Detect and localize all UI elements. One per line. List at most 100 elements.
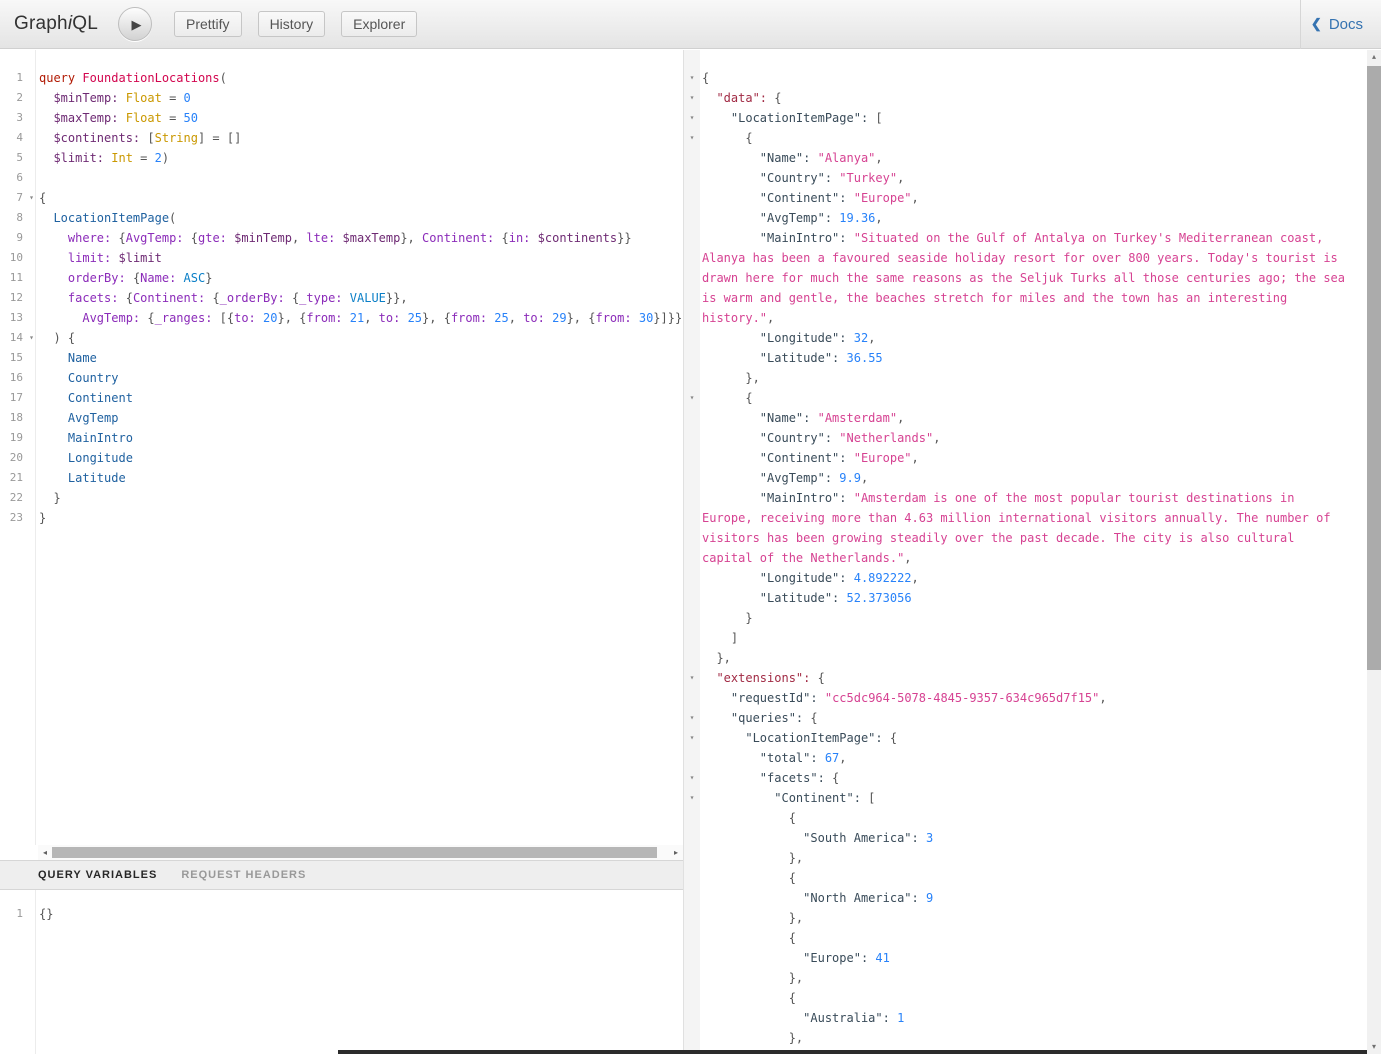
code-text: { [702,128,753,148]
code-text: "Longitude": 32, [702,328,875,348]
prettify-button[interactable]: Prettify [174,11,242,37]
result-line: ▾ "LocationItemPage": { [684,728,1367,748]
result-line: "Continent": "Europe", [684,188,1367,208]
result-line: Europe, receiving more than 4.63 million… [684,508,1367,528]
fold-spacer [684,528,700,548]
result-line: ▾ { [684,128,1367,148]
code-text: MainIntro [39,428,133,448]
explorer-button[interactable]: Explorer [341,11,417,37]
result-line: "North America": 9 [684,888,1367,908]
h-scroll-thumb[interactable] [52,847,657,858]
query-editor[interactable]: 1query FoundationLocations(2 $minTemp: F… [0,50,683,845]
tab-request-headers[interactable]: REQUEST HEADERS [181,869,306,881]
result-line: "AvgTemp": 9.9, [684,468,1367,488]
line-number: 2 [0,88,26,108]
fold-icon[interactable]: ▾ [684,88,700,108]
code-text: "AvgTemp": 9.9, [702,468,868,488]
code-text: visitors has been growing steadily over … [702,528,1294,548]
fold-icon[interactable]: ▾ [684,768,700,788]
window-bottom-edge [338,1050,1367,1054]
result-line: }, [684,1028,1367,1048]
query-line: 16 Country [0,368,683,388]
result-line: "Latitude": 36.55 [684,348,1367,368]
result-v-scrollbar[interactable]: ▴ ▾ [1367,50,1381,1054]
result-line: history.", [684,308,1367,328]
fold-icon[interactable]: ▾ [684,108,700,128]
fold-spacer [684,928,700,948]
query-line: 20 Longitude [0,448,683,468]
code-text: "MainIntro": "Amsterdam is one of the mo… [702,488,1294,508]
query-line: 6 [0,168,683,188]
docs-toggle[interactable]: ❮ Docs [1311,16,1363,33]
fold-icon[interactable]: ▾ [684,128,700,148]
line-number: 10 [0,248,26,268]
fold-spacer [684,888,700,908]
line-number: 4 [0,128,26,148]
code-text: "LocationItemPage": { [702,728,897,748]
query-h-scrollbar[interactable]: ◂ ▸ [38,845,683,860]
code-text: { [702,68,709,88]
tab-query-variables[interactable]: QUERY VARIABLES [38,869,157,881]
scroll-up-icon[interactable]: ▴ [1367,50,1381,64]
fold-icon[interactable]: ▾ [684,708,700,728]
fold-icon[interactable]: ▾ [684,68,700,88]
code-text: "Name": "Amsterdam", [702,408,904,428]
fold-spacer [684,248,700,268]
result-line: { [684,928,1367,948]
fold-spacer [684,608,700,628]
fold-spacer [684,488,700,508]
code-text: orderBy: {Name: ASC} [39,268,212,288]
fold-icon[interactable]: ▾ [684,388,700,408]
result-line: "Country": "Turkey", [684,168,1367,188]
line-number: 18 [0,408,26,428]
code-text: is warm and gentle, the beaches stretch … [702,288,1287,308]
fold-icon[interactable]: ▾ [684,788,700,808]
fold-spacer [684,508,700,528]
scroll-right-icon[interactable]: ▸ [669,845,683,860]
line-number: 19 [0,428,26,448]
code-text: $minTemp: Float = 0 [39,88,191,108]
code-text: drawn here for much the same reasons as … [702,268,1345,288]
query-line: 9 where: {AvgTemp: {gte: $minTemp, lte: … [0,228,683,248]
line-number: 14 [0,328,26,348]
line-number: 8 [0,208,26,228]
v-scroll-thumb[interactable] [1367,66,1381,670]
fold-icon[interactable]: ▾ [684,728,700,748]
code-text: $maxTemp: Float = 50 [39,108,198,128]
scroll-down-icon[interactable]: ▾ [1367,1040,1381,1054]
code-text: }, [702,968,803,988]
scroll-left-icon[interactable]: ◂ [38,845,52,860]
fold-spacer [684,1028,700,1048]
code-text: capital of the Netherlands.", [702,548,912,568]
code-text: "MainIntro": "Situated on the Gulf of An… [702,228,1323,248]
fold-spacer [684,368,700,388]
execute-button[interactable]: ▶ [118,7,152,41]
code-text: $continents: [String] = [] [39,128,241,148]
result-line: "South America": 3 [684,828,1367,848]
query-line: 23} [0,508,683,528]
result-line: ▾ "data": { [684,88,1367,108]
fold-spacer [684,328,700,348]
history-button[interactable]: History [258,11,326,37]
result-line: ▾ "Continent": [ [684,788,1367,808]
chevron-left-icon: ❮ [1311,16,1322,32]
line-number: 20 [0,448,26,468]
code-text: { [702,928,796,948]
fold-spacer [684,868,700,888]
query-line: 18 AvgTemp [0,408,683,428]
variables-editor[interactable]: 1{} [0,890,683,1054]
line-number: 7 [0,188,26,208]
query-line: 4 $continents: [String] = [] [0,128,683,148]
fold-spacer [684,288,700,308]
code-text: { [702,868,796,888]
code-text: {} [39,904,53,924]
code-text: "North America": 9 [702,888,933,908]
result-viewer: ▾{▾ "data": {▾ "LocationItemPage": [▾ { … [683,50,1367,1054]
fold-icon[interactable]: ▾ [684,668,700,688]
code-text: "queries": { [702,708,818,728]
fold-spacer [684,828,700,848]
code-text: { [39,188,46,208]
code-text: $limit: Int = 2) [39,148,169,168]
result-line: ▾ "LocationItemPage": [ [684,108,1367,128]
code-text: } [702,608,753,628]
